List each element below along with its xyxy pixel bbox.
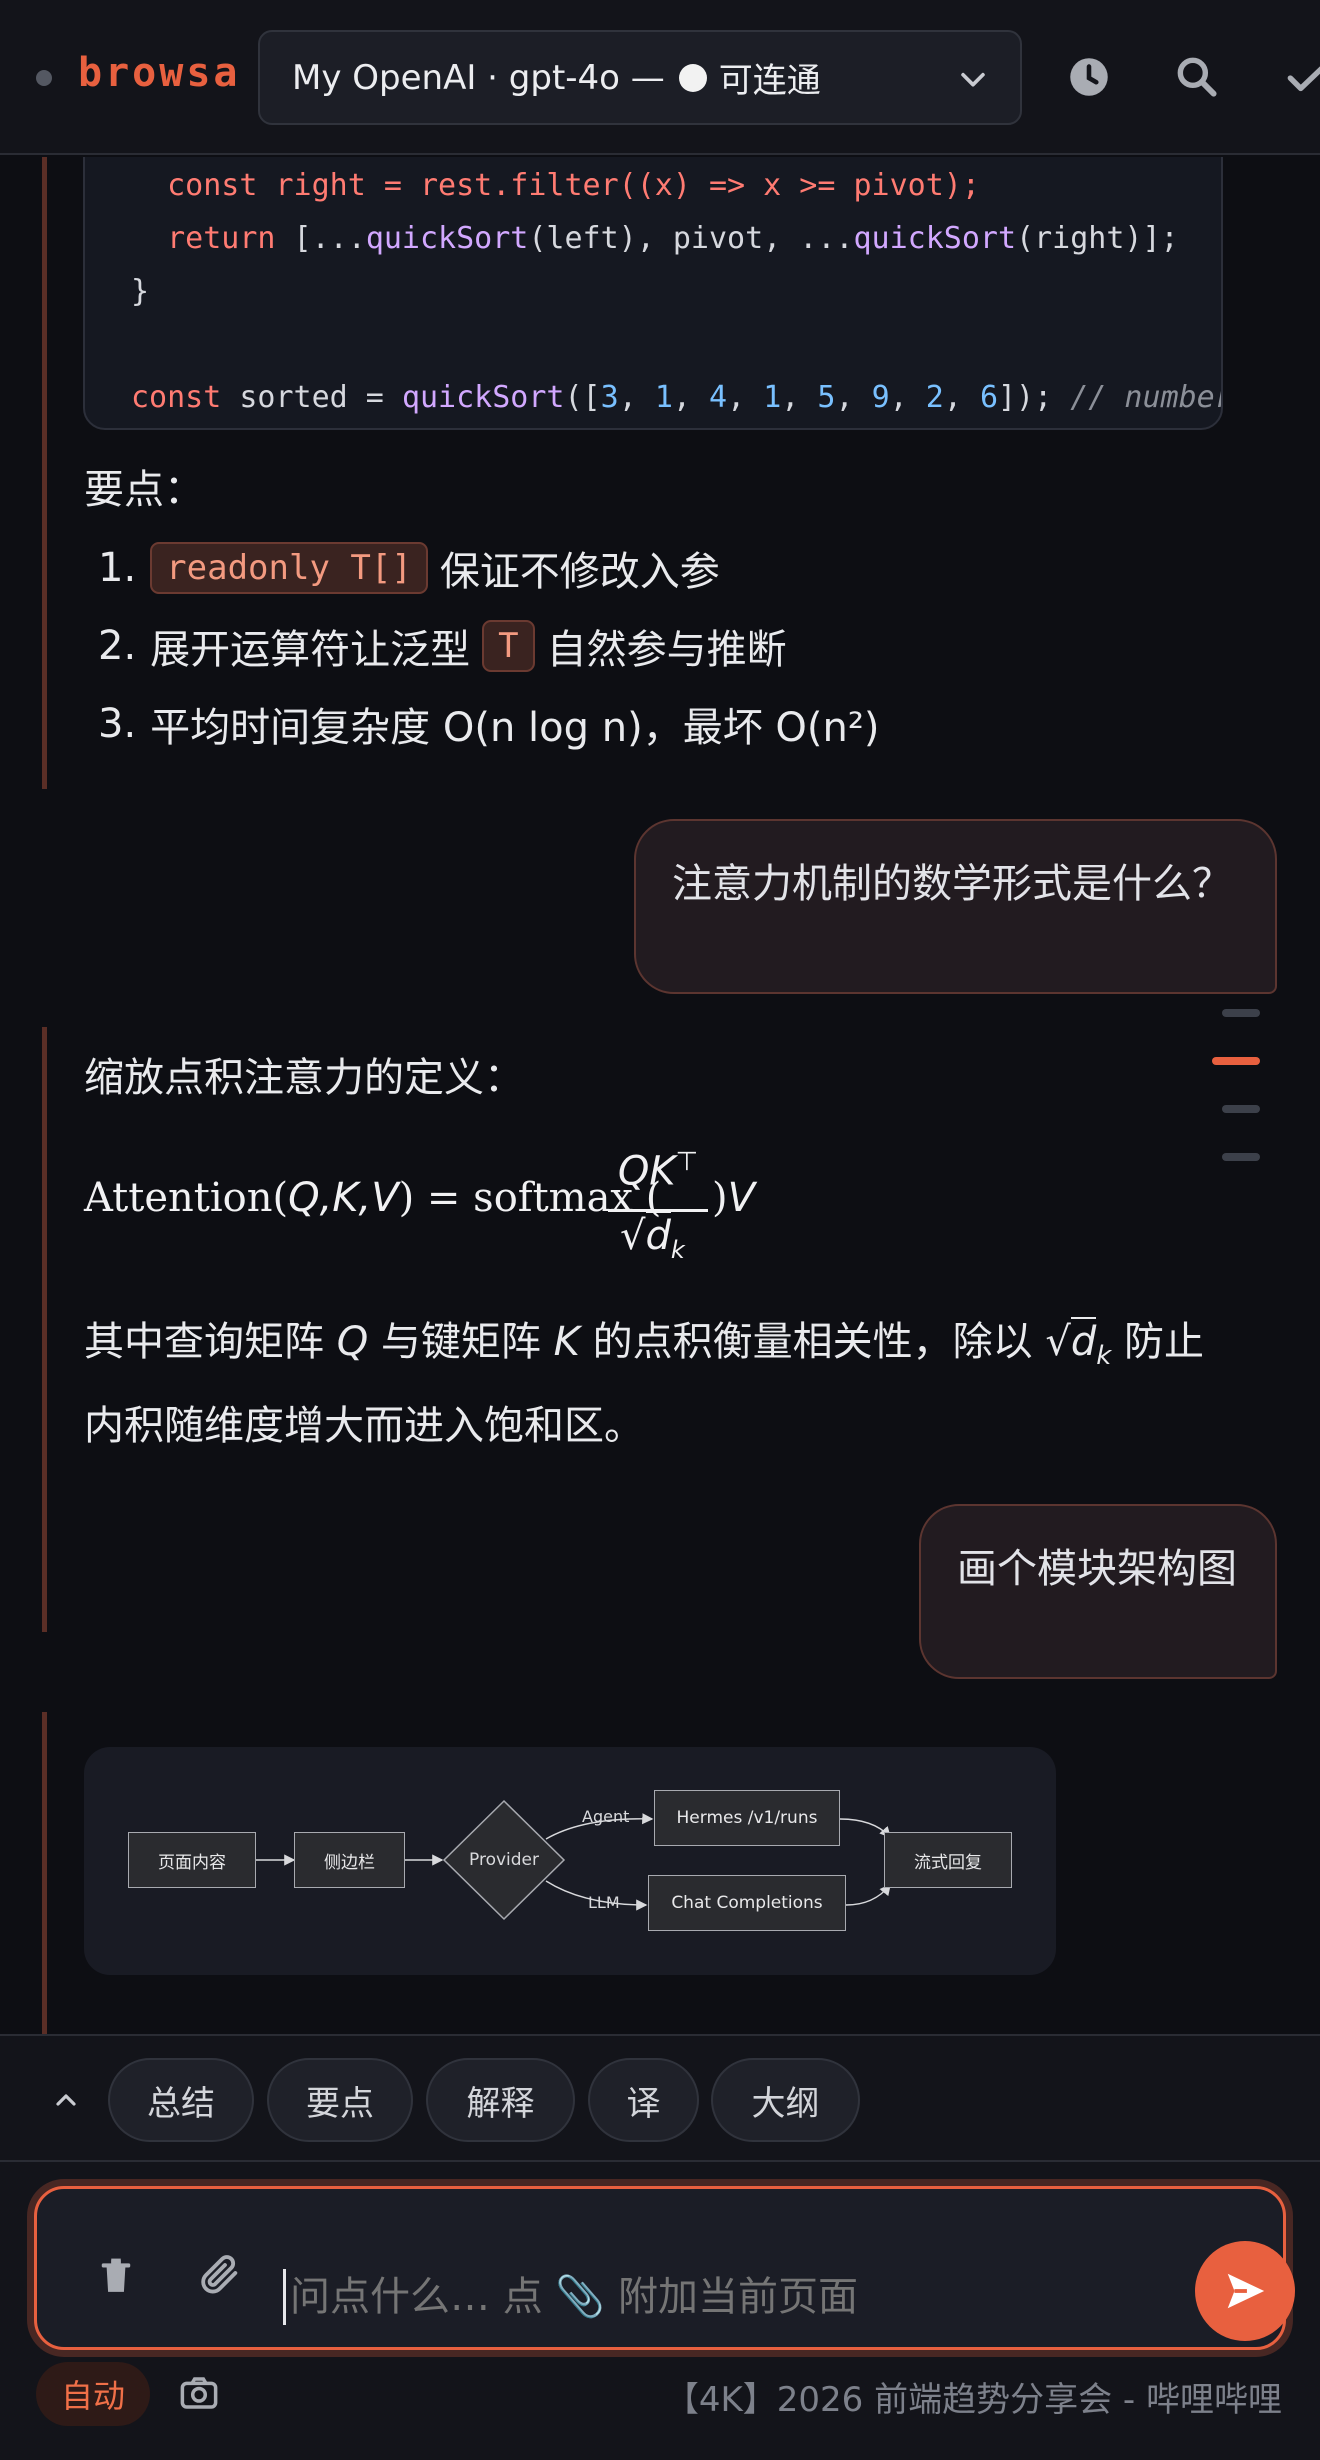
paperclip-icon[interactable] bbox=[197, 2251, 243, 2297]
chat-scroll-area[interactable]: const right = rest.filter((x) => x >= pi… bbox=[0, 157, 1320, 2034]
quick-action-summarize[interactable]: 总结 bbox=[108, 2058, 254, 2142]
provider-label: My OpenAI · gpt-4o — bbox=[292, 57, 665, 98]
camera-icon[interactable] bbox=[178, 2372, 220, 2414]
list-item: 2. 展开运算符让泛型 T 自然参与推断 bbox=[98, 617, 787, 675]
attached-page-title: 【4K】2026 前端趋势分享会 - 哔哩哔哩 bbox=[664, 2380, 1282, 2420]
inline-code: readonly T[] bbox=[150, 542, 428, 594]
quick-action-translate[interactable]: 译 bbox=[588, 2058, 699, 2142]
code-comment: // number[] bbox=[1070, 380, 1221, 415]
assistant-message-bar bbox=[42, 1027, 47, 1632]
math-formula: Attention(Q,K,V) = softmax ( QK⊤ √dk )V bbox=[84, 1147, 755, 1264]
check-icon[interactable] bbox=[1282, 52, 1320, 102]
diagram-node: 流式回复 bbox=[884, 1832, 1012, 1888]
architecture-diagram: 页面内容 侧边栏 Provider Hermes /v1/runs Chat C… bbox=[84, 1747, 1056, 1975]
minimap-marker[interactable] bbox=[1222, 1009, 1260, 1017]
minimap-marker[interactable] bbox=[1222, 1153, 1260, 1161]
answer-paragraph: 其中查询矩阵 Q 与键矩阵 K 的点积衡量相关性，除以 √dk 防止内积随维度增… bbox=[84, 1317, 1204, 1449]
diagram-node: Chat Completions bbox=[648, 1875, 846, 1931]
inline-code: T bbox=[482, 620, 535, 672]
search-icon[interactable] bbox=[1172, 52, 1222, 102]
user-message: 画个模块架构图 bbox=[919, 1504, 1277, 1679]
diagram-node: Provider bbox=[469, 1850, 539, 1870]
chevron-up-icon[interactable] bbox=[50, 2084, 82, 2116]
quick-action-explain[interactable]: 解释 bbox=[426, 2058, 575, 2142]
user-message: 注意力机制的数学形式是什么？ bbox=[634, 819, 1277, 994]
code-line-1: const right = rest.filter((x) => x >= pi… bbox=[131, 168, 980, 203]
send-button[interactable] bbox=[1195, 2241, 1295, 2341]
diagram-node: 侧边栏 bbox=[294, 1832, 405, 1888]
assistant-message-bar bbox=[42, 1712, 47, 2034]
trash-icon[interactable] bbox=[97, 2255, 135, 2297]
top-bar: browsa My OpenAI · gpt-4o — 可连通 bbox=[0, 0, 1320, 155]
mode-toggle[interactable]: 自动 bbox=[36, 2362, 150, 2426]
list-item: 3. 平均时间复杂度 O(n log n)，最坏 O(n²) bbox=[98, 701, 880, 751]
status-ok-dot bbox=[678, 63, 707, 92]
connection-status-dot bbox=[36, 70, 52, 86]
composer-area: 自动 【4K】2026 前端趋势分享会 - 哔哩哔哩 bbox=[0, 2162, 1320, 2460]
diagram-edge-label: LLM bbox=[588, 1893, 620, 1912]
answer-heading: 要点： bbox=[84, 467, 204, 513]
provider-select[interactable]: My OpenAI · gpt-4o — 可连通 bbox=[258, 30, 1022, 125]
minimap-marker[interactable] bbox=[1222, 1105, 1260, 1113]
history-icon[interactable] bbox=[1064, 52, 1114, 102]
chevron-down-icon bbox=[961, 72, 985, 87]
app-brand: browsa bbox=[78, 50, 241, 96]
answer-heading: 缩放点积注意力的定义： bbox=[84, 1055, 524, 1101]
assistant-message-bar bbox=[42, 157, 47, 789]
quick-action-outline[interactable]: 大纲 bbox=[711, 2058, 860, 2142]
message-input[interactable] bbox=[283, 2269, 1143, 2325]
send-icon bbox=[1227, 2273, 1265, 2309]
composer bbox=[34, 2186, 1295, 2350]
quick-actions-bar: 总结 要点 解释 译 大纲 bbox=[0, 2034, 1320, 2162]
code-block: const right = rest.filter((x) => x >= pi… bbox=[83, 157, 1223, 430]
list-item: 1. readonly T[] 保证不修改入参 bbox=[98, 539, 720, 597]
diagram-node: 页面内容 bbox=[128, 1832, 256, 1888]
quick-action-keypoints[interactable]: 要点 bbox=[267, 2058, 413, 2142]
provider-status: 可连通 bbox=[718, 61, 821, 101]
diagram-node: Hermes /v1/runs bbox=[654, 1790, 840, 1846]
diagram-edge-label: Agent bbox=[582, 1807, 630, 1826]
minimap-marker-active[interactable] bbox=[1212, 1057, 1260, 1065]
